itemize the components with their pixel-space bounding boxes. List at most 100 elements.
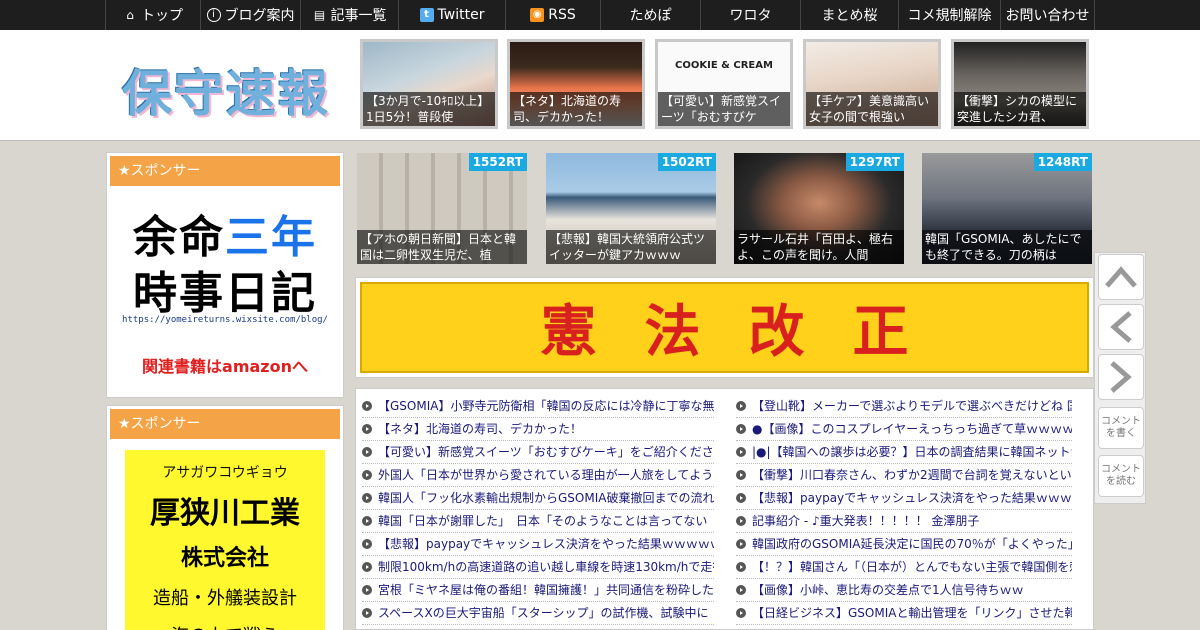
ranking-article[interactable]: 1297RT ラサール石井「百田よ、極右よ、この声を聞け。人間 [734, 153, 904, 264]
nav-label: ワロタ [729, 8, 772, 24]
sponsor-ad-subtitle[interactable]: 時事日記 [107, 257, 343, 321]
article-list-item[interactable]: 【画像】小峠、恵比寿の交差点で1人信号待ちｗｗ [736, 579, 1072, 602]
pickup-caption: 【衝撃】シカの模型に突進したシカ君、 [954, 92, 1086, 126]
bullet-arrow-icon [736, 562, 746, 572]
nav-label: トップ [141, 8, 183, 24]
bullet-arrow-icon [736, 401, 746, 411]
article-title: 記事紹介 - ♪重大発表！！！！！ 金澤朋子 [752, 513, 980, 528]
nav-label: ためぽ [629, 8, 672, 24]
ranking-article[interactable]: 1552RT 【アホの朝日新聞】日本と韓国は二卵性双生児だ、植 [357, 153, 527, 264]
sponsor-ad-url[interactable]: https://yomeireturns.wixsite.com/blog/ [107, 315, 343, 325]
bullet-arrow-icon [736, 470, 746, 480]
ranking-article[interactable]: 1248RT 韓国「GSOMIA、あしたにでも終了できる。刀の柄は [922, 153, 1092, 264]
pickup-article[interactable]: 【3か月で-10ｷﾛ以上】1日5分！普段使 [360, 39, 498, 129]
article-list-right: 【登山靴】メーカーで選ぶよりモデルで選ぶべきだけどね 国別 ●【画像】このコスプレ… [736, 395, 1072, 625]
pickup-thumb-text: COOKIE & CREAM [675, 60, 773, 71]
nav-item-blog-guide[interactable]: i ブログ案内 [200, 0, 300, 30]
article-list-item[interactable]: 【悲報】paypayでキャッシュレス決済をやった結果ｗｗｗｗｗ [736, 487, 1072, 510]
article-list-item[interactable]: 外国人「日本が世界から愛されている理由が一人旅をしてよう [362, 464, 714, 487]
site-header: 保守速報 【3か月で-10ｷﾛ以上】1日5分！普段使 【ネタ】北海道の寿司、デカ… [0, 30, 1200, 141]
rt-count-badge: 1297RT [845, 153, 904, 171]
article-title: 【ネタ】北海道の寿司、デカかった！ [378, 421, 583, 436]
article-list-item[interactable]: 記事紹介 - ♪重大発表！！！！！ 金澤朋子 [736, 510, 1072, 533]
article-list-item[interactable]: 【ネタ】北海道の寿司、デカかった！ [362, 418, 714, 441]
write-comment-button[interactable]: コメントを書く [1098, 407, 1144, 449]
article-list-item[interactable]: 韓国人「フッ化水素輸出規制からGSOMIA破棄撤回までの流れ [362, 487, 714, 510]
ranking-article[interactable]: 1502RT 【悲報】韓国大統領府公式ツイッターが鍵アカｗｗｗ [546, 153, 716, 264]
bullet-arrow-icon [736, 539, 746, 549]
previous-button[interactable] [1098, 304, 1144, 350]
nav-item-contact[interactable]: お問い合わせ [1000, 0, 1095, 30]
article-list-item[interactable]: 制限100km/hの高速道路の追い越し車線を時速130km/hで走行し [362, 556, 714, 579]
article-list: 【GSOMIA】小野寺元防衛相「韓国の反応には冷静に丁寧な無【ネタ】北海道の寿司… [355, 388, 1094, 630]
bullet-arrow-icon [736, 608, 746, 618]
article-title: 【画像】小峠、恵比寿の交差点で1人信号待ちｗｗ [752, 582, 1024, 597]
article-title: 【！？】韓国さん「（日本が）とんでもない主張で韓国側を刺 [752, 559, 1072, 574]
article-list-item[interactable]: 【！？】韓国さん「（日本が）とんでもない主張で韓国側を刺 [736, 556, 1072, 579]
top-nav-items: ⌂ トップ i ブログ案内 ▤ 記事一覧 t Twitter ◉ RSS ためぽ… [105, 0, 1095, 30]
article-list-item[interactable]: 【日経ビジネス】GSOMIAと輸出管理を「リンク」させた韓国 [736, 602, 1072, 625]
sponsor-corp-type: 株式会社 [180, 546, 269, 571]
nav-item-rss[interactable]: ◉ RSS [505, 0, 600, 30]
pickup-article[interactable]: 【ネタ】北海道の寿司、デカかった！ [507, 39, 645, 129]
sponsor-ad-title-accent: 三年 [225, 212, 317, 263]
article-title: 韓国人「フッ化水素輸出規制からGSOMIA破棄撤回までの流れ [378, 490, 714, 505]
constitution-banner[interactable]: 憲法改正 [360, 282, 1089, 373]
article-list-item[interactable]: スペースXの巨大宇宙船「スターシップ」の試作機、試験中に [362, 602, 714, 625]
bullet-arrow-icon [362, 539, 372, 549]
bullet-arrow-icon [362, 562, 372, 572]
rss-icon: ◉ [530, 8, 545, 22]
bullet-arrow-icon [362, 608, 372, 618]
next-button[interactable] [1098, 354, 1144, 400]
rt-count-badge: 1502RT [657, 153, 716, 171]
article-title: 韓国政府のGSOMIA延長決定に国民の70％が「よくやった」 左 [752, 536, 1072, 551]
pickup-caption: 【可愛い】新感覚スイーツ「おむすびケ [658, 92, 790, 126]
article-title: 制限100km/hの高速道路の追い越し車線を時速130km/hで走行し [378, 559, 714, 574]
nav-item-top[interactable]: ⌂ トップ [105, 0, 200, 30]
sponsor-heading: ★スポンサー [110, 156, 340, 186]
bullet-arrow-icon [736, 447, 746, 457]
home-icon: ⌂ [126, 8, 134, 22]
site-logo[interactable]: 保守速報 [122, 54, 330, 126]
nav-item-twitter[interactable]: t Twitter [398, 0, 505, 30]
article-list-item[interactable]: 韓国政府のGSOMIA延長決定に国民の70％が「よくやった」 左 [736, 533, 1072, 556]
article-list-item[interactable]: ●【画像】このコスプレイヤーえっちっち過ぎて草ｗｗｗｗ [736, 418, 1072, 441]
sponsor-amazon-link[interactable]: 関連書籍はamazonへ [107, 353, 343, 377]
nav-item-matome-sakura[interactable]: まとめ桜 [800, 0, 898, 30]
article-title: 韓国「日本が謝罪した」 日本「そのようなことは言ってない [378, 513, 708, 528]
article-list-item[interactable]: 宮根「ミヤネ屋は俺の番組！韓国擁護！」共同通信を粉砕した [362, 579, 714, 602]
article-list-item[interactable]: 【悲報】paypayでキャッシュレス決済をやった結果ｗｗｗｗｗ [362, 533, 714, 556]
article-list-left: 【GSOMIA】小野寺元防衛相「韓国の反応には冷静に丁寧な無【ネタ】北海道の寿司… [362, 395, 714, 625]
article-list-item[interactable]: 韓国「日本が謝罪した」 日本「そのようなことは言ってない [362, 510, 714, 533]
read-comment-label: コメントを読む [1101, 464, 1141, 487]
nav-label: Twitter [437, 7, 485, 23]
article-title: 【衝撃】川口春奈さん、わずか2週間で台詞を覚えないといけな [752, 467, 1072, 482]
sponsor-ad-title-part: 余命 [133, 212, 225, 263]
nav-item-warota[interactable]: ワロタ [700, 0, 800, 30]
pickup-caption: 【ネタ】北海道の寿司、デカかった！ [510, 92, 642, 126]
pickup-article[interactable]: 【衝撃】シカの模型に突進したシカ君、 [951, 39, 1089, 129]
chevron-up-icon [1105, 266, 1137, 288]
nav-item-comment-unblock[interactable]: コメ規制解除 [898, 0, 1000, 30]
nav-item-article-list[interactable]: ▤ 記事一覧 [300, 0, 398, 30]
article-title: 【日経ビジネス】GSOMIAと輸出管理を「リンク」させた韓国 [752, 605, 1072, 620]
article-list-item[interactable]: 【可愛い】新感覚スイーツ「おむすびケーキ」をご紹介ください [362, 441, 714, 464]
read-comment-button[interactable]: コメントを読む [1098, 455, 1144, 497]
pickup-article[interactable]: 【手ケア】美意識高い女子の間で根強い [803, 39, 941, 129]
sponsor-company-name: 厚狭川工業 [150, 496, 300, 531]
sponsor-ad-banner[interactable]: アサガワコウギョウ 厚狭川工業 株式会社 造船・外艤装設計 海の上で戦う [125, 450, 325, 630]
pickup-article[interactable]: COOKIE & CREAM 【可愛い】新感覚スイーツ「おむすびケ [655, 39, 793, 129]
article-list-item[interactable]: 【GSOMIA】小野寺元防衛相「韓国の反応には冷静に丁寧な無 [362, 395, 714, 418]
bullet-arrow-icon [362, 424, 372, 434]
nav-item-tamepo[interactable]: ためぽ [600, 0, 700, 30]
top-nav: ⌂ トップ i ブログ案内 ▤ 記事一覧 t Twitter ◉ RSS ためぽ… [0, 0, 1200, 30]
list-icon: ▤ [313, 8, 326, 22]
chevron-right-icon [1110, 361, 1132, 393]
scroll-top-button[interactable] [1098, 254, 1144, 300]
bullet-arrow-icon [736, 424, 746, 434]
article-list-item[interactable]: |●|【韓国への譲歩は必要？】日本の調査結果に韓国ネットから [736, 441, 1072, 464]
article-list-item[interactable]: 【登山靴】メーカーで選ぶよりモデルで選ぶべきだけどね 国別 [736, 395, 1072, 418]
ranking-caption: 韓国「GSOMIA、あしたにでも終了できる。刀の柄は [922, 230, 1092, 264]
sponsor-ad-title[interactable]: 余命三年 [107, 201, 343, 265]
article-list-item[interactable]: 【衝撃】川口春奈さん、わずか2週間で台詞を覚えないといけな [736, 464, 1072, 487]
